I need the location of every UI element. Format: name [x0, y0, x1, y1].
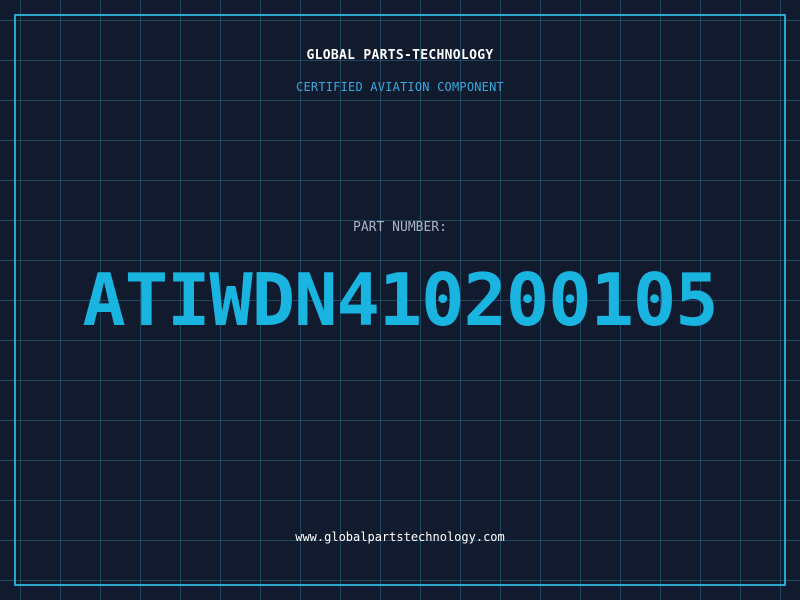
certification-tagline: CERTIFIED AVIATION COMPONENT [296, 80, 504, 94]
label-canvas: GLOBAL PARTS-TECHNOLOGY CERTIFIED AVIATI… [0, 0, 800, 600]
part-number-label: PART NUMBER: [353, 220, 447, 235]
company-name: GLOBAL PARTS-TECHNOLOGY [306, 48, 494, 63]
website-url[interactable]: www.globalpartstechnology.com [0, 530, 800, 544]
part-number-value: ATIWDN410200105 [82, 258, 718, 342]
